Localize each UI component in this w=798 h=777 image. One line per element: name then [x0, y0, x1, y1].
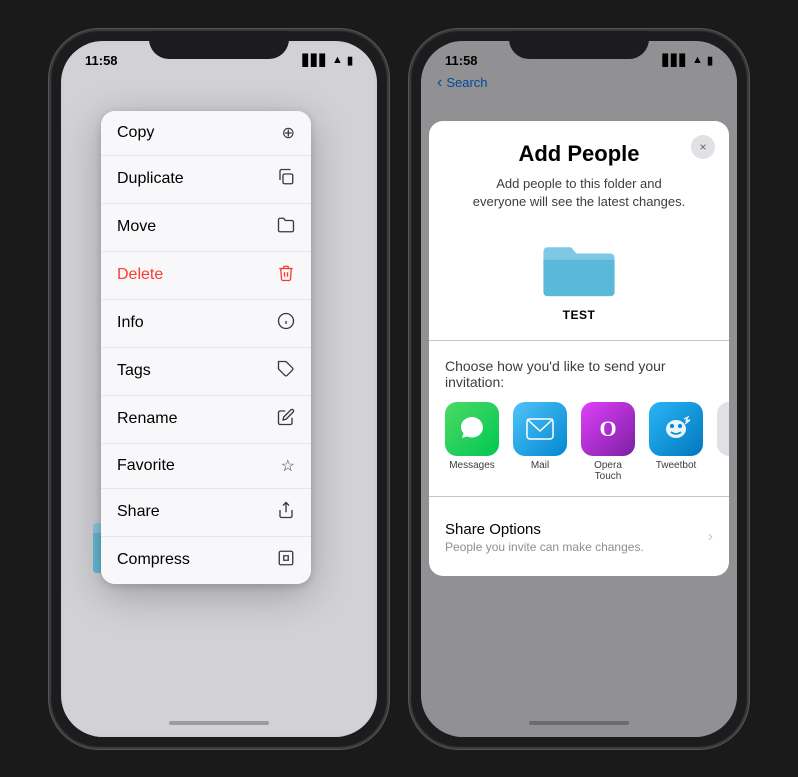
share-icon — [277, 501, 295, 524]
wifi-icon: ▲ — [332, 54, 343, 66]
battery-icon-2: ▮ — [707, 54, 713, 67]
app-more[interactable]: ··· — [717, 402, 729, 456]
opera-label: Opera Touch — [581, 460, 635, 482]
menu-item-delete[interactable]: Delete — [101, 252, 311, 300]
favorite-icon: ☆ — [281, 456, 295, 476]
invite-section: Choose how you'd like to send your invit… — [429, 350, 729, 482]
share-options-title: Share Options — [445, 521, 644, 538]
notch-2 — [509, 31, 649, 59]
folder-icon — [539, 237, 619, 302]
menu-item-move[interactable]: Move — [101, 204, 311, 252]
info-icon — [277, 312, 295, 335]
folder-container: TEST — [429, 221, 729, 330]
folder-name: TEST — [563, 308, 596, 322]
close-button[interactable]: × — [691, 135, 715, 159]
copy-icon: ⊕ — [282, 123, 295, 143]
notch-1 — [149, 31, 289, 59]
share-options-text: Share Options People you invite can make… — [445, 521, 644, 554]
app-tweetbot[interactable]: Tweetbot — [649, 402, 703, 471]
menu-item-info[interactable]: Info — [101, 300, 311, 348]
duplicate-icon — [277, 168, 295, 191]
divider-2 — [429, 496, 729, 497]
modal-subtitle: Add people to this folder and everyone w… — [449, 175, 709, 211]
time-1: 11:58 — [85, 53, 118, 68]
menu-rename-label: Rename — [117, 410, 177, 428]
menu-move-label: Move — [117, 218, 156, 236]
modal-header: × Add People Add people to this folder a… — [429, 121, 729, 221]
menu-item-duplicate[interactable]: Duplicate — [101, 156, 311, 204]
move-icon — [277, 216, 295, 239]
status-icons-1: ▋▋▋ ▲ ▮ — [303, 54, 353, 67]
messages-app-icon — [445, 402, 499, 456]
battery-icon: ▮ — [347, 54, 353, 67]
menu-duplicate-label: Duplicate — [117, 170, 184, 188]
menu-item-share[interactable]: Share — [101, 489, 311, 537]
menu-item-rename[interactable]: Rename — [101, 396, 311, 444]
context-menu: Copy ⊕ Duplicate Move Delete — [101, 111, 311, 584]
menu-share-label: Share — [117, 503, 160, 521]
app-opera[interactable]: O Opera Touch — [581, 402, 635, 482]
mail-label: Mail — [531, 460, 549, 471]
home-indicator-1 — [169, 721, 269, 725]
phone2-screen: 11:58 ▋▋▋ ▲ ▮ ‹ Search × Add People Add … — [421, 41, 737, 737]
invite-label: Choose how you'd like to send your invit… — [445, 358, 713, 390]
compress-icon — [277, 549, 295, 572]
wifi-icon-2: ▲ — [692, 54, 703, 66]
menu-tags-label: Tags — [117, 362, 151, 380]
add-people-modal: × Add People Add people to this folder a… — [429, 121, 729, 576]
phone-2: 11:58 ▋▋▋ ▲ ▮ ‹ Search × Add People Add … — [409, 29, 749, 749]
modal-overlay: × Add People Add people to this folder a… — [421, 41, 737, 737]
home-indicator-2 — [529, 721, 629, 725]
signal-icon-2: ▋▋▋ — [663, 54, 688, 67]
menu-item-tags[interactable]: Tags — [101, 348, 311, 396]
delete-icon — [277, 264, 295, 287]
menu-delete-label: Delete — [117, 266, 163, 284]
tweetbot-app-icon — [649, 402, 703, 456]
modal-title: Add People — [449, 141, 709, 167]
tags-icon — [277, 360, 295, 383]
app-messages[interactable]: Messages — [445, 402, 499, 471]
messages-label: Messages — [449, 460, 495, 471]
phone-1: 11:58 ▋▋▋ ▲ ▮ ‹ Search Copy ⊕ Duplicate — [49, 29, 389, 749]
chevron-right-icon: › — [708, 528, 713, 546]
more-icon: ··· — [717, 402, 729, 456]
phone1-screen: 11:58 ▋▋▋ ▲ ▮ ‹ Search Copy ⊕ Duplicate — [61, 41, 377, 737]
menu-item-favorite[interactable]: Favorite ☆ — [101, 444, 311, 489]
menu-item-copy[interactable]: Copy ⊕ — [101, 111, 311, 156]
menu-item-compress[interactable]: Compress — [101, 537, 311, 584]
divider-1 — [429, 340, 729, 341]
status-icons-2: ▋▋▋ ▲ ▮ — [663, 54, 713, 67]
menu-compress-label: Compress — [117, 551, 190, 569]
signal-icon: ▋▋▋ — [303, 54, 328, 67]
share-options-sub: People you invite can make changes. — [445, 540, 644, 554]
menu-favorite-label: Favorite — [117, 457, 175, 475]
tweetbot-label: Tweetbot — [656, 460, 697, 471]
app-mail[interactable]: Mail — [513, 402, 567, 471]
opera-app-icon: O — [581, 402, 635, 456]
app-icons-row: Messages Mail O Opera Touch — [445, 402, 713, 482]
menu-info-label: Info — [117, 314, 144, 332]
share-options-row[interactable]: Share Options People you invite can make… — [429, 507, 729, 556]
rename-icon — [277, 408, 295, 431]
time-2: 11:58 — [445, 53, 478, 68]
menu-copy-label: Copy — [117, 124, 154, 142]
mail-app-icon — [513, 402, 567, 456]
